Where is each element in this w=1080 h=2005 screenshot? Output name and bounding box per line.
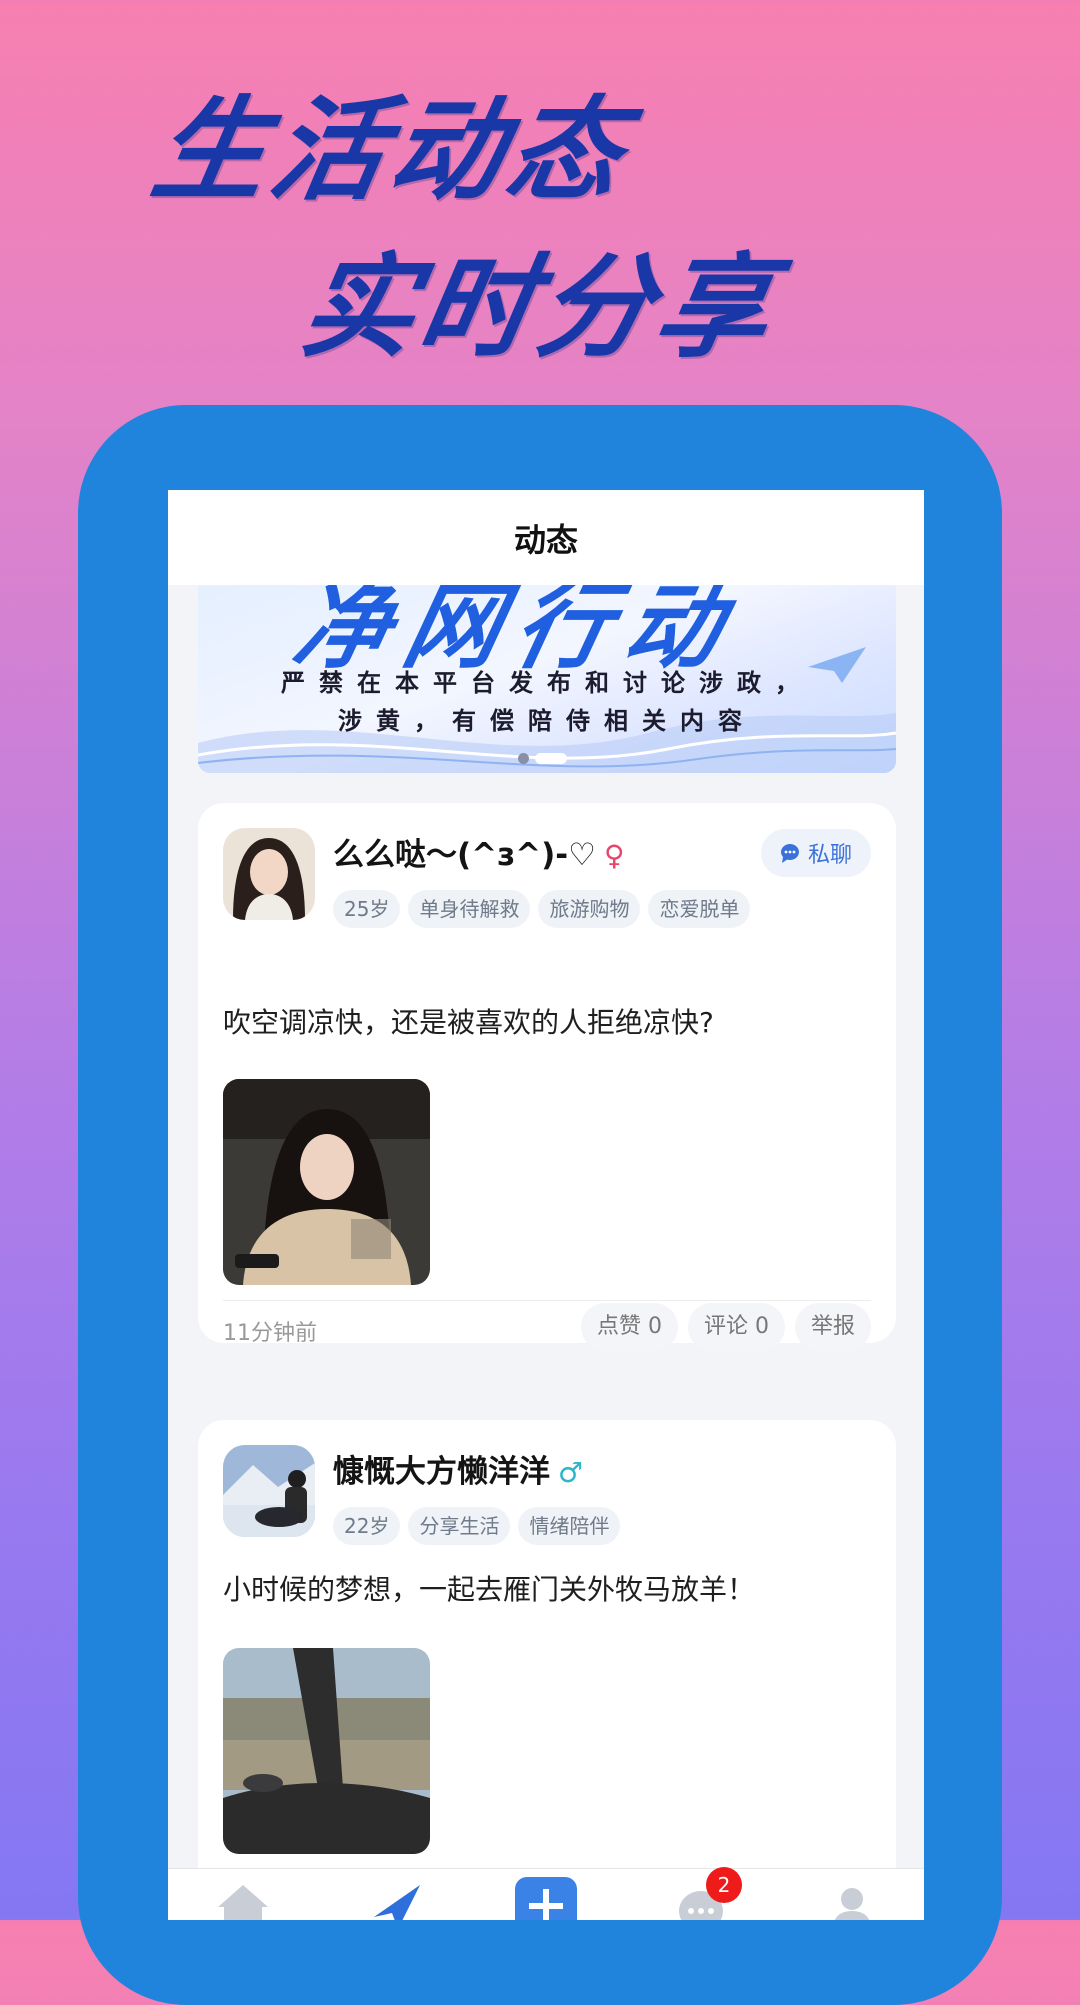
headline-line-1: 生活动态 (143, 86, 639, 216)
tag-age: 25岁 (333, 890, 401, 928)
avatar[interactable] (223, 1445, 315, 1537)
tag: 恋爱脱单 (648, 890, 751, 928)
male-icon: ♂ (558, 1456, 584, 1489)
carousel-dots[interactable] (518, 753, 567, 764)
private-chat-button[interactable]: 私聊 (761, 829, 871, 877)
comment-button[interactable]: 评论 0 (687, 1303, 785, 1351)
report-button[interactable]: 举报 (794, 1303, 871, 1351)
username-text: 慷慨大方懒洋洋 (333, 1454, 550, 1490)
avatar[interactable] (223, 828, 315, 920)
post-text: 小时候的梦想，一起去雁门关外牧马放羊！ (223, 1573, 756, 1606)
add-post-icon[interactable] (515, 1877, 577, 1920)
tag: 单身待解救 (408, 890, 531, 928)
female-icon: ♀ (603, 839, 625, 872)
post-card: 么么哒～(^з^)-♡ ♀ 私聊 25岁 单身待解救 旅游购物 恋爱脱单 吹空调凉… (198, 803, 896, 1351)
message-badge: 2 (706, 1867, 742, 1903)
tag: 分享生活 (408, 1507, 511, 1545)
tab-bar: 2 (168, 1867, 924, 1920)
post-photo[interactable] (223, 1079, 430, 1285)
like-button[interactable]: 点赞 0 (580, 1303, 678, 1351)
headline-line-2: 实时分享 (291, 243, 787, 373)
banner-text-line-1: 严禁在本平台发布和讨论涉政， (281, 669, 813, 697)
carousel-dot[interactable] (518, 753, 529, 764)
username[interactable]: 么么哒～(^з^)-♡ ♀ (333, 829, 624, 874)
post-actions: 点赞 0 评论 0 举报 (580, 1303, 871, 1351)
tag: 旅游购物 (538, 890, 641, 928)
username-text: 么么哒～(^з^)-♡ (333, 837, 596, 873)
moments-icon[interactable] (368, 1877, 426, 1920)
app-screen: 动态 净网行动 严禁在本平台发布和讨论涉政， 涉黄，有偿陪侍相关内容 么么哒～(… (168, 490, 924, 1920)
profile-icon[interactable] (830, 1887, 874, 1920)
post-text: 吹空调凉快，还是被喜欢的人拒绝凉快? (223, 1006, 714, 1039)
username[interactable]: 慷慨大方懒洋洋 ♂ (333, 1446, 583, 1491)
tag-age: 22岁 (333, 1507, 401, 1545)
banner-text-line-2: 涉黄，有偿陪侍相关内容 (338, 707, 756, 735)
post-card: 慷慨大方懒洋洋 ♂ 22岁 分享生活 情绪陪伴 小时候的梦想，一起去雁门关外牧马放… (198, 1420, 896, 1920)
tag-list: 22岁 分享生活 情绪陪伴 (333, 1507, 853, 1545)
post-photo[interactable] (223, 1648, 430, 1854)
chat-bubble-icon (780, 844, 799, 863)
page-title: 动态 (168, 490, 924, 585)
private-chat-label: 私聊 (807, 843, 852, 868)
announcement-banner[interactable]: 净网行动 严禁在本平台发布和讨论涉政， 涉黄，有偿陪侍相关内容 (198, 585, 896, 773)
tag-list: 25岁 单身待解救 旅游购物 恋爱脱单 (333, 890, 853, 928)
home-icon[interactable] (216, 1883, 270, 1920)
tag: 情绪陪伴 (518, 1507, 621, 1545)
post-time: 11分钟前 (223, 1321, 317, 1346)
divider (223, 1300, 871, 1301)
carousel-dot-active[interactable] (535, 753, 567, 764)
